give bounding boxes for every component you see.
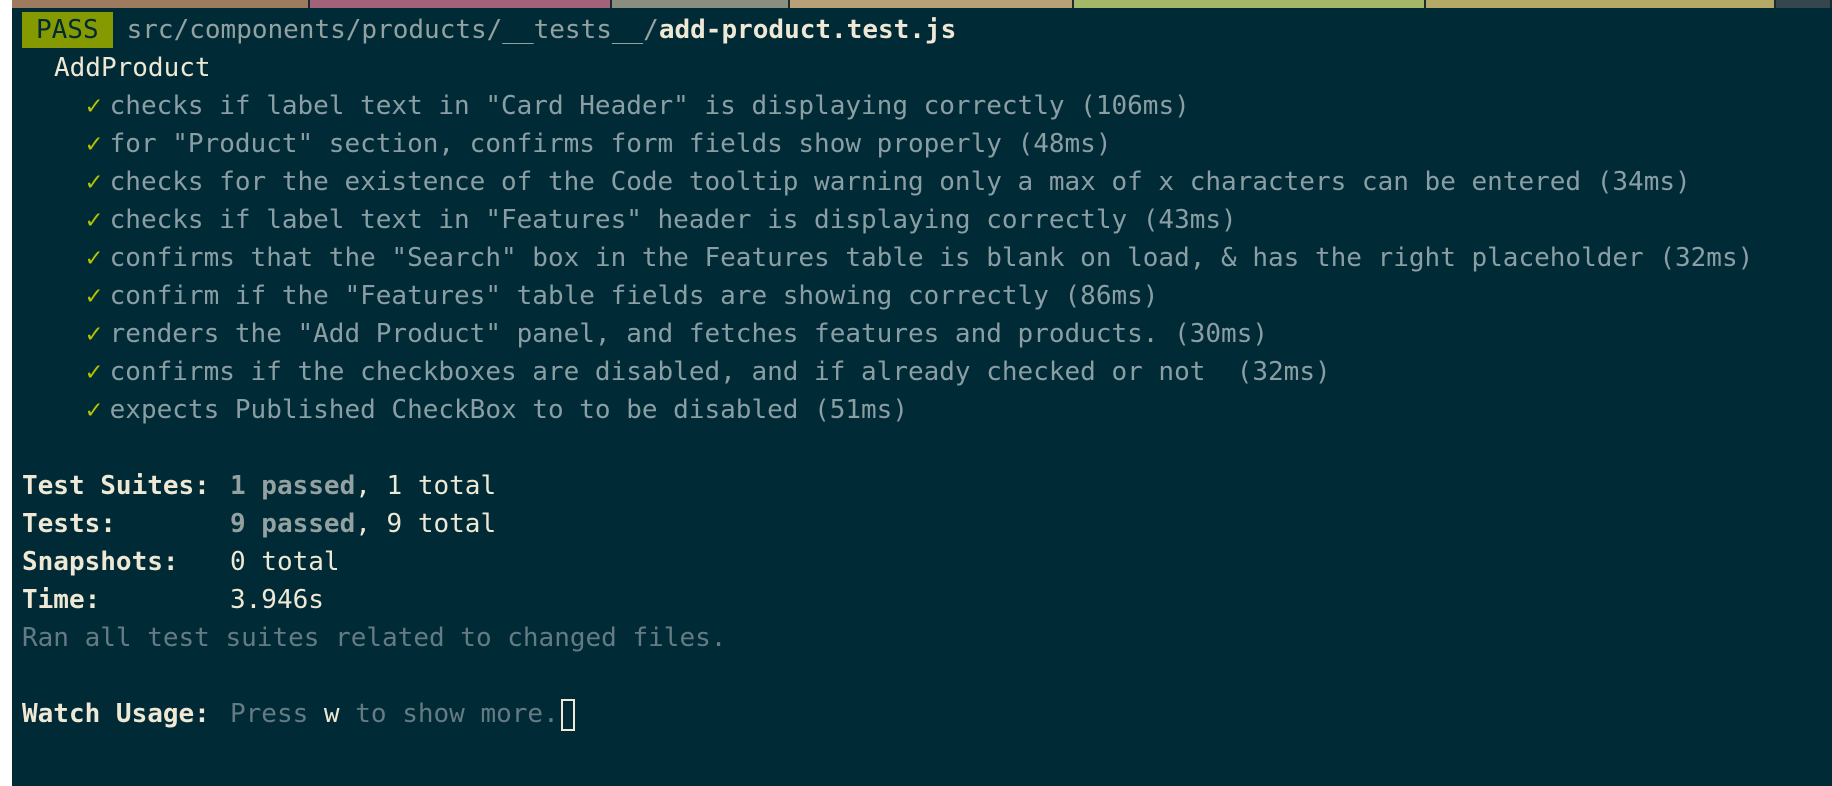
test-duration: (51ms)	[814, 395, 908, 425]
test-duration: (32ms)	[1659, 243, 1754, 273]
summary-value: 0 total	[230, 547, 340, 577]
summary-label: Snapshots:	[22, 547, 179, 577]
test-duration: (43ms)	[1142, 205, 1237, 235]
test-result-row: ✓ expects Published CheckBox to to be dis…	[22, 391, 1832, 429]
test-title: for "Product" section, confirms form fie…	[109, 129, 1002, 159]
test-title: checks for the existence of the Code too…	[109, 167, 1582, 197]
describe-block-title: AddProduct	[54, 53, 211, 83]
test-title: confirms if the checkboxes are disabled,…	[109, 357, 1222, 387]
test-duration: (32ms)	[1236, 357, 1331, 387]
test-duration: (106ms)	[1080, 91, 1190, 121]
summary-passed: 1 passed	[230, 471, 356, 501]
check-icon: ✓	[86, 281, 102, 311]
terminal-output[interactable]: PASS src/components/products/__tests__/ad…	[22, 11, 1832, 786]
test-result-row: ✓ renders the "Add Product" panel, and fe…	[22, 315, 1832, 353]
test-result-row: ✓ confirm if the "Features" table fields …	[22, 277, 1832, 315]
tab-segment[interactable]	[790, 0, 1074, 8]
ran-all-note: Ran all test suites related to changed f…	[22, 623, 727, 653]
check-icon: ✓	[86, 319, 102, 349]
tab-segment[interactable]	[1074, 0, 1426, 8]
summary-label: Tests:	[22, 509, 116, 539]
check-icon: ✓	[86, 205, 102, 235]
test-duration: (48ms)	[1017, 129, 1112, 159]
summary-total: , 9 total	[355, 509, 497, 539]
watch-usage-prompt: Watch Usage: Press w to show more.	[22, 695, 1832, 733]
test-file-header: PASS src/components/products/__tests__/ad…	[22, 11, 1832, 49]
summary-passed: 9 passed	[230, 509, 356, 539]
check-icon: ✓	[86, 167, 102, 197]
tab-segment[interactable]	[1426, 0, 1776, 8]
test-title: expects Published CheckBox to to be disa…	[109, 395, 799, 425]
summary-value: 3.946s	[230, 585, 324, 615]
check-icon: ✓	[86, 243, 102, 273]
watch-press-text: Press	[230, 699, 324, 729]
terminal-tab-strip	[12, 0, 1832, 8]
check-icon: ✓	[86, 357, 102, 387]
test-title: confirm if the "Features" table fields a…	[109, 281, 1049, 311]
test-title: renders the "Add Product" panel, and fet…	[109, 319, 1159, 349]
terminal-cursor[interactable]	[560, 698, 575, 731]
test-title: confirms that the "Search" box in the Fe…	[109, 243, 1644, 273]
test-results-list: ✓ checks if label text in "Card Header" i…	[22, 87, 1832, 429]
test-result-row: ✓ checks for the existence of the Code to…	[22, 163, 1832, 201]
summary-snapshots: Snapshots: 0 total	[22, 543, 1832, 581]
test-file-name: add-product.test.js	[658, 15, 957, 45]
test-result-row: ✓ confirms that the "Search" box in the F…	[22, 239, 1832, 277]
test-result-row: ✓ checks if label text in "Card Header" i…	[22, 87, 1832, 125]
test-duration: (30ms)	[1174, 319, 1269, 349]
tab-segment[interactable]	[612, 0, 790, 8]
test-title: checks if label text in "Features" heade…	[109, 205, 1128, 235]
tab-segment[interactable]	[310, 0, 612, 8]
summary-time: Time: 3.946s	[22, 581, 1832, 619]
test-duration: (34ms)	[1596, 167, 1691, 197]
test-result-row: ✓ for "Product" section, confirms form fi…	[22, 125, 1832, 163]
test-duration: (86ms)	[1064, 281, 1159, 311]
summary-test-suites: Test Suites: 1 passed, 1 total	[22, 467, 1832, 505]
summary-tests: Tests: 9 passed, 9 total	[22, 505, 1832, 543]
watch-usage-label: Watch Usage:	[22, 699, 210, 729]
check-icon: ✓	[86, 129, 102, 159]
tab-segment[interactable]	[1776, 0, 1832, 8]
check-icon: ✓	[86, 395, 102, 425]
summary-label: Time:	[22, 585, 101, 615]
pass-badge: PASS	[22, 12, 113, 48]
tab-segment[interactable]	[12, 0, 310, 8]
check-icon: ✓	[86, 91, 102, 121]
test-result-row: ✓ checks if label text in "Features" head…	[22, 201, 1832, 239]
watch-key: w	[323, 699, 340, 729]
summary-label: Test Suites:	[22, 471, 210, 501]
watch-rest-text: to show more.	[339, 699, 559, 729]
summary-total: , 1 total	[355, 471, 497, 501]
test-file-dir: src/components/products/__tests__/	[126, 15, 659, 45]
test-result-row: ✓ confirms if the checkboxes are disabled…	[22, 353, 1832, 391]
test-title: checks if label text in "Card Header" is…	[109, 91, 1065, 121]
window-left-edge	[0, 0, 12, 786]
